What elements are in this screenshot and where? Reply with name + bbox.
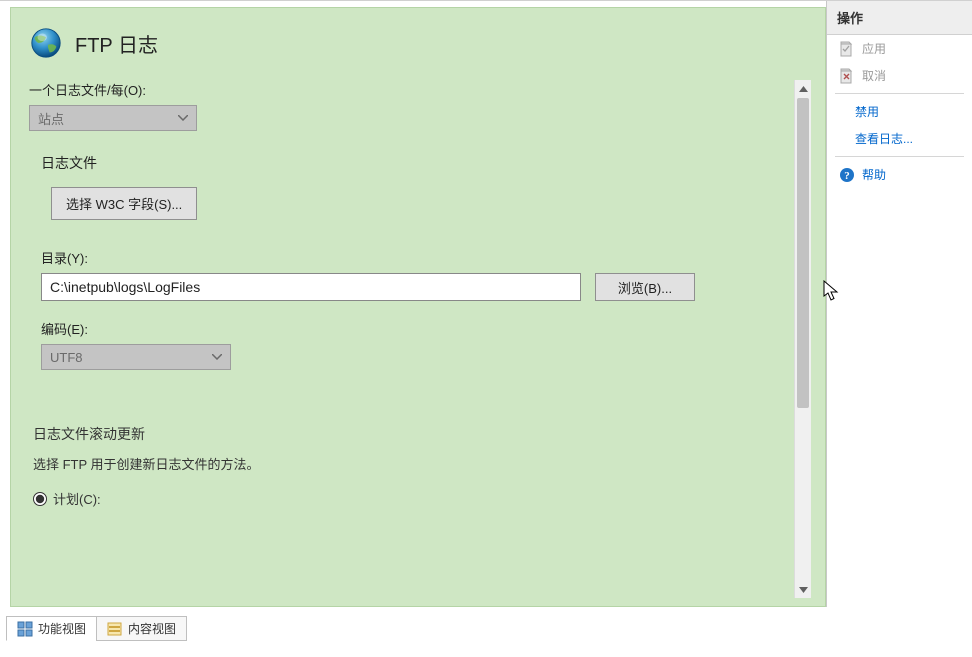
action-divider xyxy=(835,156,964,157)
page-header: FTP 日志 xyxy=(29,26,811,60)
action-view-logs-label: 查看日志... xyxy=(855,130,913,147)
scroll-up-arrow-icon[interactable] xyxy=(795,80,812,97)
content-box: FTP 日志 一个日志文件/每(O): 站点 日志文件 选择 W3C 字段 xyxy=(10,7,826,607)
tab-content-label: 内容视图 xyxy=(128,620,176,637)
select-w3c-fields-button[interactable]: 选择 W3C 字段(S)... xyxy=(51,187,197,220)
content-view-icon xyxy=(107,621,123,637)
cancel-icon xyxy=(839,68,855,84)
action-disable-label: 禁用 xyxy=(855,103,879,120)
apply-icon xyxy=(839,41,855,57)
log-file-section-title: 日志文件 xyxy=(41,153,793,173)
page-title: FTP 日志 xyxy=(75,29,158,58)
features-view-icon xyxy=(17,621,33,637)
tab-features-label: 功能视图 xyxy=(38,620,86,637)
encoding-select: UTF8 xyxy=(41,344,231,370)
action-help[interactable]: ? 帮助 xyxy=(827,161,972,188)
globe-ftp-icon xyxy=(29,26,63,60)
browse-button[interactable]: 浏览(B)... xyxy=(595,273,695,301)
form-scroll-body: 一个日志文件/每(O): 站点 日志文件 选择 W3C 字段(S)... xyxy=(29,80,811,598)
rollover-section: 日志文件滚动更新 选择 FTP 用于创建新日志文件的方法。 计划(C): xyxy=(33,424,793,508)
scrollbar-thumb[interactable] xyxy=(797,98,809,408)
tab-content-view[interactable]: 内容视图 xyxy=(96,616,187,641)
schedule-radio[interactable] xyxy=(33,492,47,506)
encoding-label: 编码(E): xyxy=(41,319,793,338)
action-view-logs[interactable]: 查看日志... xyxy=(827,125,972,152)
action-cancel: 取消 xyxy=(827,62,972,89)
one-log-file-value: 站点 xyxy=(38,109,64,128)
log-file-section: 日志文件 选择 W3C 字段(S)... 目录(Y): 浏览(B)... 编码(… xyxy=(41,153,793,370)
rollover-description: 选择 FTP 用于创建新日志文件的方法。 xyxy=(33,454,793,473)
actions-panel: 操作 应用 取消 禁用 查看日志... ? 帮助 xyxy=(826,1,972,607)
directory-input[interactable] xyxy=(41,273,581,301)
actions-header: 操作 xyxy=(827,1,972,35)
action-cancel-label: 取消 xyxy=(862,67,886,84)
one-log-file-label: 一个日志文件/每(O): xyxy=(29,80,793,99)
bottom-tabs: 功能视图 内容视图 xyxy=(6,615,186,641)
help-icon: ? xyxy=(839,167,855,183)
action-apply: 应用 xyxy=(827,35,972,62)
chevron-down-icon xyxy=(178,115,188,121)
svg-text:?: ? xyxy=(844,170,850,182)
schedule-radio-label: 计划(C): xyxy=(53,489,101,508)
action-help-label: 帮助 xyxy=(862,166,886,183)
action-disable[interactable]: 禁用 xyxy=(827,98,972,125)
action-divider xyxy=(835,93,964,94)
main-panel: FTP 日志 一个日志文件/每(O): 站点 日志文件 选择 W3C 字段 xyxy=(0,1,826,607)
one-log-file-group: 一个日志文件/每(O): 站点 xyxy=(29,80,793,131)
schedule-radio-row[interactable]: 计划(C): xyxy=(33,489,793,508)
encoding-value: UTF8 xyxy=(50,350,83,365)
scroll-down-arrow-icon[interactable] xyxy=(795,581,812,598)
rollover-title: 日志文件滚动更新 xyxy=(33,424,793,444)
tab-features-view[interactable]: 功能视图 xyxy=(6,616,97,641)
action-apply-label: 应用 xyxy=(862,40,886,57)
chevron-down-icon xyxy=(212,354,222,360)
vertical-scrollbar[interactable] xyxy=(794,80,811,598)
one-log-file-select: 站点 xyxy=(29,105,197,131)
directory-label: 目录(Y): xyxy=(41,248,793,267)
